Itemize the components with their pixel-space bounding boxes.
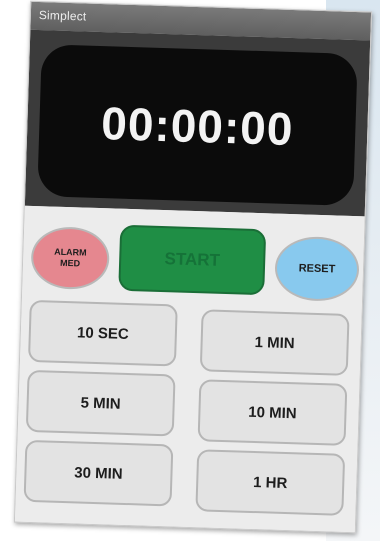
phone-screen: Simplect 00:00:00 ALARM MED START RESET … <box>13 0 373 534</box>
preset-label: 30 MIN <box>74 463 123 483</box>
timer-display: 00:00:00 <box>37 44 358 206</box>
alarm-label-line2: MED <box>59 257 81 269</box>
start-label: START <box>164 249 221 270</box>
control-panel: ALARM MED START RESET 10 SEC 1 MIN 5 MIN… <box>14 205 365 533</box>
preset-label: 5 MIN <box>80 394 121 413</box>
preset-label: 1 HR <box>252 473 288 492</box>
timer-display-area: 00:00:00 <box>24 29 371 217</box>
app-title: Simplect <box>38 8 87 24</box>
reset-label: RESET <box>298 262 336 276</box>
screenshot-stage: Simplect 00:00:00 ALARM MED START RESET … <box>0 0 380 541</box>
preset-1-min-button[interactable]: 1 MIN <box>199 309 350 376</box>
preset-1-hr-button[interactable]: 1 HR <box>195 449 346 516</box>
alarm-button[interactable]: ALARM MED <box>30 225 111 291</box>
alarm-label-line1: ALARM <box>54 246 87 258</box>
preset-5-min-button[interactable]: 5 MIN <box>25 369 176 437</box>
preset-30-min-button[interactable]: 30 MIN <box>23 439 174 507</box>
start-button[interactable]: START <box>118 224 267 296</box>
alarm-label: ALARM MED <box>54 247 87 270</box>
preset-label: 1 MIN <box>254 333 295 352</box>
preset-label: 10 SEC <box>76 323 129 343</box>
preset-label: 10 MIN <box>248 403 297 422</box>
preset-10-min-button[interactable]: 10 MIN <box>197 379 348 446</box>
reset-button[interactable]: RESET <box>274 235 360 303</box>
timer-readout: 00:00:00 <box>100 97 295 156</box>
preset-10-sec-button[interactable]: 10 SEC <box>27 299 178 367</box>
